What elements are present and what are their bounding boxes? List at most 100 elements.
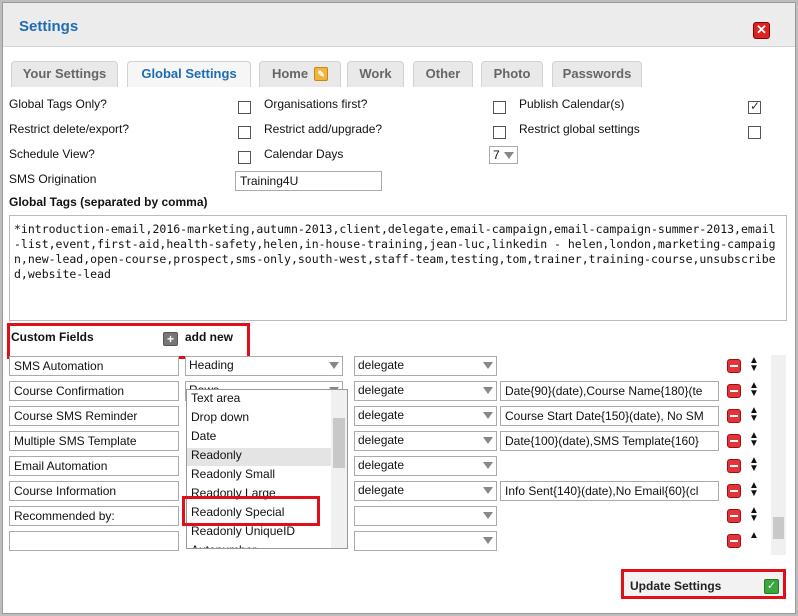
dropdown-option[interactable]: Text area: [191, 391, 240, 405]
chevron-down-icon: [483, 487, 493, 494]
tab-global-settings[interactable]: Global Settings: [127, 61, 251, 87]
restrict-add-upgrade-checkbox[interactable]: [493, 126, 506, 139]
custom-field-type-select[interactable]: Heading: [185, 356, 343, 376]
tab-passwords[interactable]: Passwords: [552, 61, 642, 87]
reorder-icon[interactable]: ▲ ▼: [747, 431, 761, 449]
chevron-down-icon: [483, 462, 493, 469]
global-tags-textarea[interactable]: *introduction-email,2016-marketing,autum…: [9, 215, 787, 321]
tab-other[interactable]: Other: [413, 61, 473, 87]
remove-icon[interactable]: [727, 384, 741, 398]
chevron-down-icon: [483, 412, 493, 419]
chevron-down-icon: [483, 362, 493, 369]
remove-icon[interactable]: [727, 484, 741, 498]
custom-field-group-select[interactable]: delegate: [354, 406, 497, 426]
reorder-icon[interactable]: ▲ ▼: [747, 456, 761, 474]
reorder-icon[interactable]: ▲ ▼: [747, 506, 761, 524]
custom-field-name-input[interactable]: Email Automation: [9, 456, 179, 476]
restrict-add-upgrade-label: Restrict add/upgrade?: [264, 122, 383, 136]
move-up-icon[interactable]: ▲: [747, 531, 761, 548]
restrict-delete-export-checkbox[interactable]: [238, 126, 251, 139]
custom-field-group-value: delegate: [358, 458, 405, 472]
dropdown-option[interactable]: Autonumber: [191, 543, 256, 548]
reorder-icon[interactable]: ▲ ▼: [747, 406, 761, 424]
remove-icon[interactable]: [727, 509, 741, 523]
check-icon: ✓: [764, 579, 779, 594]
schedule-view-checkbox[interactable]: [238, 151, 251, 164]
tab-home[interactable]: Home ✎: [259, 61, 341, 87]
chevron-down-icon: [483, 537, 493, 544]
custom-field-group-select[interactable]: delegate: [354, 381, 497, 401]
dropdown-scrollbar-thumb[interactable]: [333, 418, 345, 468]
readonly-special-highlight: [182, 496, 320, 526]
global-tags-only-checkbox[interactable]: [238, 101, 251, 114]
custom-field-group-value: delegate: [358, 483, 405, 497]
add-icon[interactable]: +: [163, 332, 178, 346]
reorder-icon[interactable]: ▲ ▼: [747, 381, 761, 399]
scrollbar-thumb[interactable]: [773, 517, 784, 539]
custom-field-name-input[interactable]: Course Confirmation: [9, 381, 179, 401]
chevron-down-icon: [329, 362, 339, 369]
custom-field-columns-input[interactable]: Date{100}(date),SMS Template{160}: [500, 431, 719, 451]
custom-field-group-select[interactable]: [354, 506, 497, 526]
custom-fields-scrollbar[interactable]: [771, 355, 786, 555]
sms-origination-label: SMS Origination: [9, 172, 97, 186]
dropdown-option[interactable]: Readonly: [191, 448, 242, 462]
custom-field-group-select[interactable]: delegate: [354, 431, 497, 451]
dropdown-scrollbar[interactable]: [331, 390, 347, 548]
publish-calendar-checkbox[interactable]: [748, 99, 761, 114]
restrict-global-settings-checkbox[interactable]: [748, 126, 761, 139]
custom-field-group-value: delegate: [358, 383, 405, 397]
tab-work[interactable]: Work: [347, 61, 404, 87]
custom-field-name-input[interactable]: [9, 531, 179, 551]
custom-fields-label: Custom Fields: [11, 330, 94, 344]
tab-your-settings[interactable]: Your Settings: [11, 61, 118, 87]
custom-field-name-input[interactable]: Course SMS Reminder: [9, 406, 179, 426]
tab-bar: Your Settings Global Settings Home ✎ Work…: [3, 47, 795, 87]
remove-icon[interactable]: [727, 534, 741, 548]
chevron-down-icon: [504, 152, 514, 159]
custom-field-name-input[interactable]: Course Information: [9, 481, 179, 501]
dropdown-option[interactable]: Date: [191, 429, 216, 443]
organisations-first-label: Organisations first?: [264, 97, 368, 111]
remove-icon[interactable]: [727, 459, 741, 473]
organisations-first-checkbox[interactable]: [493, 101, 506, 114]
custom-field-name-input[interactable]: Recommended by:: [9, 506, 179, 526]
reorder-icon[interactable]: ▲ ▼: [747, 356, 761, 374]
custom-field-columns-input[interactable]: Date{90}(date),Course Name{180}(te: [500, 381, 719, 401]
dropdown-option[interactable]: Readonly Small: [191, 467, 275, 481]
custom-field-name-input[interactable]: Multiple SMS Template: [9, 431, 179, 451]
settings-window: Settings ✕ Your Settings Global Settings…: [2, 2, 796, 614]
restrict-global-settings-label: Restrict global settings: [519, 122, 640, 136]
custom-field-group-value: delegate: [358, 358, 405, 372]
remove-icon[interactable]: [727, 409, 741, 423]
global-tags-label: Global Tags (separated by comma): [9, 195, 208, 209]
title-bar: Settings ✕: [3, 3, 795, 47]
window-title: Settings: [19, 18, 79, 35]
dropdown-option[interactable]: Readonly UniqueID: [191, 524, 295, 538]
custom-field-group-select[interactable]: delegate: [354, 356, 497, 376]
remove-icon[interactable]: [727, 434, 741, 448]
custom-field-type-value: Heading: [189, 358, 234, 372]
tab-photo[interactable]: Photo: [481, 61, 543, 87]
custom-field-group-select[interactable]: [354, 531, 497, 551]
schedule-view-label: Schedule View?: [9, 147, 95, 161]
custom-field-columns-input[interactable]: Info Sent{140}(date),No Email{60}(cl: [500, 481, 719, 501]
update-settings-button[interactable]: Update Settings ✓: [621, 569, 786, 599]
edit-icon[interactable]: ✎: [314, 66, 329, 81]
chevron-down-icon: [483, 437, 493, 444]
remove-icon[interactable]: [727, 359, 741, 373]
custom-field-columns-input[interactable]: Course Start Date{150}(date), No SM: [500, 406, 719, 426]
reorder-icon[interactable]: ▲ ▼: [747, 481, 761, 499]
custom-field-group-select[interactable]: delegate: [354, 481, 497, 501]
dropdown-option[interactable]: Drop down: [191, 410, 249, 424]
custom-field-group-select[interactable]: delegate: [354, 456, 497, 476]
calendar-days-select[interactable]: 7: [489, 146, 518, 164]
publish-calendar-label: Publish Calendar(s): [519, 97, 625, 111]
custom-field-group-value: delegate: [358, 408, 405, 422]
custom-field-group-value: delegate: [358, 433, 405, 447]
global-tags-only-label: Global Tags Only?: [9, 97, 107, 111]
close-icon[interactable]: ✕: [753, 22, 770, 39]
custom-field-name-input[interactable]: SMS Automation: [9, 356, 179, 376]
add-new-link[interactable]: add new: [185, 330, 233, 344]
sms-origination-input[interactable]: Training4U: [235, 171, 382, 191]
